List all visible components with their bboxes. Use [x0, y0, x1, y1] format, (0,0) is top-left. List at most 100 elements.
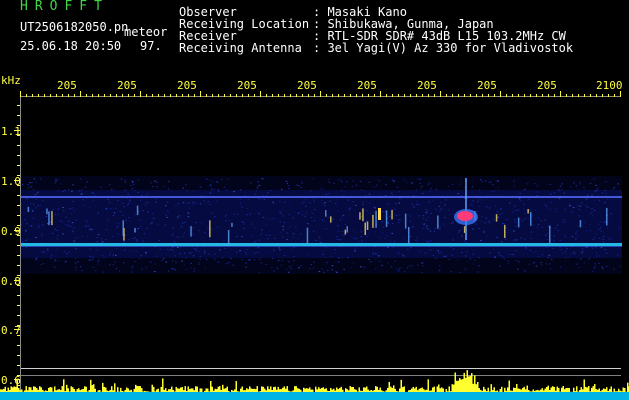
level-bar — [565, 388, 567, 392]
noise-speck — [496, 211, 498, 213]
level-bar — [219, 386, 221, 392]
noise-speck — [254, 193, 256, 195]
level-bar — [334, 390, 336, 392]
noise-speck — [30, 186, 33, 188]
level-bar — [594, 384, 596, 392]
noise-speck — [129, 199, 131, 201]
x-tick-label: 205 — [117, 79, 137, 92]
level-bar — [283, 386, 285, 392]
noise-speck — [109, 202, 111, 204]
level-bar — [270, 386, 272, 392]
level-bar — [414, 388, 416, 392]
noise-speck — [604, 190, 606, 192]
noise-speck — [136, 240, 138, 242]
noise-speck — [209, 203, 211, 205]
level-bar — [367, 389, 369, 392]
noise-speck — [186, 189, 188, 191]
level-bar — [321, 388, 323, 392]
noise-speck — [115, 247, 118, 249]
noise-speck — [256, 188, 258, 190]
noise-speck — [282, 236, 284, 238]
level-bar — [507, 387, 509, 392]
noise-speck — [55, 179, 58, 181]
noise-speck — [292, 237, 294, 239]
noise-speck — [489, 222, 491, 224]
noise-speck — [549, 183, 552, 185]
x-minor-tick — [608, 94, 609, 97]
noise-speck — [112, 214, 115, 216]
noise-speck — [612, 188, 615, 190]
level-bar — [169, 389, 171, 392]
noise-speck — [141, 268, 143, 270]
noise-speck — [217, 261, 220, 263]
noise-speck — [301, 214, 304, 216]
level-bar — [265, 390, 267, 392]
noise-speck — [575, 231, 578, 233]
noise-speck — [365, 220, 368, 222]
noise-speck — [207, 227, 209, 229]
noise-speck — [381, 232, 384, 234]
noise-speck — [166, 201, 169, 203]
noise-speck — [273, 249, 275, 251]
noise-speck — [135, 251, 137, 253]
level-bar — [351, 387, 353, 392]
level-bar — [249, 386, 251, 392]
noise-speck — [271, 258, 274, 259]
noise-speck — [523, 207, 525, 209]
x-tick-mark — [380, 91, 381, 97]
noise-speck — [578, 209, 581, 211]
level-bar — [396, 391, 398, 392]
level-bar — [385, 390, 387, 392]
x-minor-tick — [518, 94, 519, 97]
noise-speck — [457, 193, 459, 195]
noise-speck — [208, 253, 210, 255]
noise-speck — [492, 248, 495, 250]
noise-speck — [533, 251, 535, 253]
noise-speck — [598, 228, 600, 230]
level-bar — [319, 388, 321, 392]
noise-speck — [447, 209, 449, 211]
level-bar — [388, 381, 390, 392]
noise-speck — [313, 200, 315, 202]
noise-speck — [32, 210, 34, 212]
noise-speck — [149, 261, 152, 263]
level-bar — [99, 390, 101, 392]
noise-speck — [195, 250, 198, 252]
noise-speck — [137, 179, 139, 181]
noise-speck — [100, 238, 103, 240]
level-bar — [75, 391, 77, 392]
noise-speck — [321, 200, 323, 202]
noise-speck — [51, 233, 54, 234]
meteor-streak — [606, 207, 608, 226]
noise-speck — [123, 240, 126, 242]
level-bar — [556, 386, 558, 392]
level-bar — [133, 388, 135, 392]
file-name: UT2506182050.pn — [20, 20, 129, 34]
noise-speck — [112, 236, 114, 238]
noise-speck — [530, 237, 533, 239]
noise-speck — [421, 185, 423, 187]
level-bar — [468, 376, 470, 392]
noise-speck — [143, 233, 146, 235]
noise-speck — [139, 219, 142, 221]
level-bar — [615, 391, 617, 392]
noise-speck — [277, 260, 280, 262]
noise-speck — [478, 205, 480, 207]
meteor-streak — [549, 225, 551, 244]
noise-speck — [117, 199, 119, 201]
meteor-streak — [330, 216, 332, 223]
noise-speck — [335, 199, 337, 201]
level-bar — [417, 390, 419, 392]
level-bar — [538, 390, 540, 392]
level-bar — [304, 388, 306, 392]
noise-speck — [355, 205, 357, 206]
noise-speck — [96, 241, 98, 243]
noise-speck — [279, 221, 281, 223]
level-bar — [292, 390, 294, 392]
level-bar — [67, 388, 69, 392]
noise-speck — [47, 249, 49, 251]
noise-speck — [486, 206, 488, 208]
noise-speck — [585, 205, 588, 207]
x-minor-tick — [434, 94, 435, 97]
x-minor-tick — [122, 94, 123, 97]
